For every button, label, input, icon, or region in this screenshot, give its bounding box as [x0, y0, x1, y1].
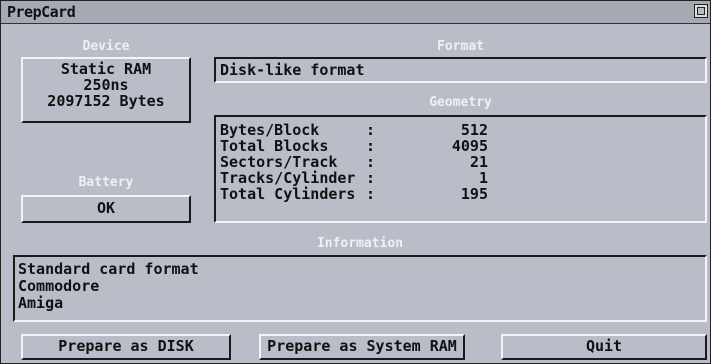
geometry-colon: :: [366, 169, 376, 187]
battery-status-box: OK: [21, 195, 191, 223]
geometry-label: Total Cylinders: [220, 185, 356, 203]
device-size: 2097152 Bytes: [47, 92, 165, 110]
prepare-as-system-ram-button[interactable]: Prepare as System RAM: [259, 334, 465, 360]
geometry-value: 512: [460, 121, 488, 139]
geometry-row: Tracks/Cylinder : 1: [216, 170, 705, 186]
device-speed: 250ns: [83, 76, 129, 94]
format-field: Disk-like format: [214, 57, 707, 83]
device-heading: Device: [82, 39, 130, 54]
geometry-colon: :: [366, 153, 376, 171]
information-heading: Information: [316, 236, 404, 251]
geometry-label: Bytes/Block: [220, 121, 320, 139]
window-title: PrepCard: [7, 3, 76, 21]
information-line: Standard card format: [18, 260, 199, 278]
geometry-value: 21: [469, 153, 488, 171]
geometry-box: Bytes/Block : 512 Total Blocks : 4095 Se…: [214, 115, 707, 223]
geometry-label: Total Blocks: [220, 137, 329, 155]
geometry-row: Sectors/Track : 21: [216, 154, 705, 170]
prepare-as-disk-button[interactable]: Prepare as DISK: [21, 334, 231, 360]
geometry-label: Sectors/Track: [220, 153, 338, 171]
geometry-label: Tracks/Cylinder: [220, 169, 356, 187]
depth-gadget-icon[interactable]: [694, 4, 708, 18]
geometry-value: 195: [460, 185, 488, 203]
information-box: Standard card format Commodore Amiga: [13, 255, 707, 322]
information-line: Amiga: [18, 294, 64, 312]
information-line: Commodore: [18, 277, 100, 295]
geometry-value: 4095: [451, 137, 488, 155]
geometry-value: 1: [478, 169, 488, 187]
geometry-colon: :: [366, 121, 376, 139]
geometry-colon: :: [366, 185, 376, 203]
prepcard-window: PrepCard Device Static RAM 250ns 2097152…: [0, 0, 711, 364]
geometry-row: Total Cylinders : 195: [216, 186, 705, 202]
geometry-heading: Geometry: [429, 95, 492, 110]
title-bar[interactable]: PrepCard: [1, 1, 710, 24]
format-value: Disk-like format: [220, 61, 365, 79]
geometry-colon: :: [366, 137, 376, 155]
battery-status: OK: [96, 199, 116, 217]
battery-heading: Battery: [78, 175, 134, 190]
format-heading: Format: [437, 39, 484, 54]
device-info-box: Static RAM 250ns 2097152 Bytes: [21, 57, 191, 123]
device-type: Static RAM: [60, 60, 152, 78]
geometry-row: Total Blocks : 4095: [216, 138, 705, 154]
geometry-row: Bytes/Block : 512: [216, 122, 705, 138]
quit-button[interactable]: Quit: [501, 334, 707, 360]
